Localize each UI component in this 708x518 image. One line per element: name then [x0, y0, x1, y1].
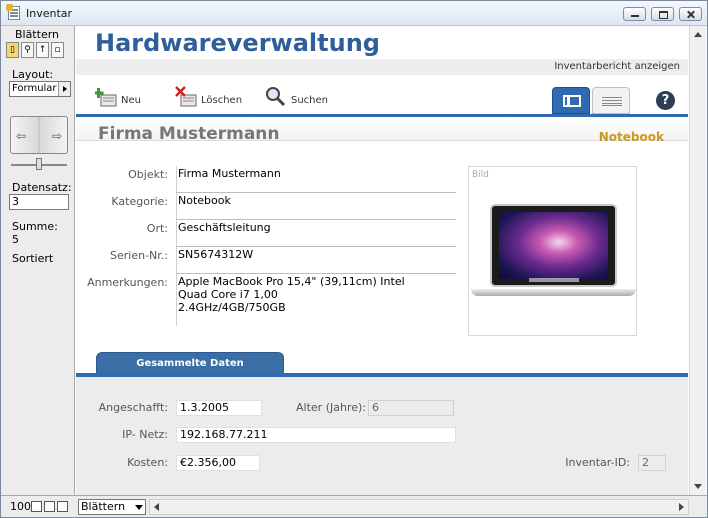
report-bar: Inventarbericht anzeigen — [76, 59, 688, 75]
layout-mode-icon[interactable]: ↑ — [36, 42, 49, 58]
scroll-right-icon[interactable] — [679, 503, 684, 511]
inventory-report-link[interactable]: Inventarbericht anzeigen — [554, 61, 680, 72]
laptop-base — [471, 289, 636, 296]
toggle-status-area-icon[interactable] — [57, 501, 68, 512]
age-label: Alter (Jahre): — [296, 401, 366, 414]
category-badge: Notebook — [598, 130, 664, 144]
scroll-up-icon[interactable] — [694, 32, 702, 37]
notes-line: Quad Core i7 1,00 — [178, 288, 278, 301]
object-field-underline — [176, 192, 456, 193]
app-window: Inventar Blättern ▯ ⚲ ↑ ▫ Layout: Formul… — [0, 0, 708, 518]
new-record-label: Neu — [121, 95, 141, 106]
help-icon[interactable]: ? — [656, 91, 675, 110]
record-slider-thumb[interactable] — [36, 158, 42, 170]
delete-record-label: Löschen — [201, 95, 243, 106]
laptop-image — [490, 204, 617, 287]
record-title: Firma Mustermann — [98, 124, 280, 144]
status-area: Blättern ▯ ⚲ ↑ ▫ Layout: Formular ⇦ ⇨ Da… — [1, 26, 75, 495]
location-label: Ort: — [146, 222, 168, 235]
object-field[interactable]: Firma Mustermann — [178, 167, 281, 180]
magnifier-icon — [266, 87, 286, 107]
delete-record-button[interactable]: Löschen — [175, 86, 249, 110]
window-title: Inventar — [26, 7, 73, 20]
minimize-button[interactable] — [623, 7, 646, 21]
total-label: Summe: — [12, 220, 58, 233]
horizontal-scrollbar[interactable] — [149, 499, 689, 515]
bottom-tool-icons — [31, 501, 70, 512]
serial-number-label: Serien-Nr.: — [110, 249, 168, 262]
laptop-display — [499, 212, 608, 282]
location-field[interactable]: Geschäftsleitung — [178, 221, 271, 234]
zoom-level[interactable]: 100 — [10, 500, 31, 513]
record-label: Datensatz: — [12, 181, 72, 194]
cost-field[interactable]: €2.356,00 — [176, 455, 260, 471]
object-label: Objekt: — [128, 168, 168, 181]
search-button[interactable]: Suchen — [265, 86, 335, 110]
inventory-id-field: 2 — [638, 455, 666, 471]
close-button[interactable] — [679, 7, 702, 21]
notes-line: Apple MacBook Pro 15,4" (39,11cm) Intel — [178, 275, 405, 288]
next-record-icon[interactable]: ⇨ — [52, 129, 62, 143]
tab-collected-data[interactable]: Gesammelte Daten — [96, 352, 284, 374]
chevron-right-icon — [58, 82, 70, 96]
purchased-label: Angeschafft: — [98, 401, 168, 414]
layout-select-value: Formular — [12, 83, 57, 94]
notes-label: Anmerkungen: — [87, 276, 168, 289]
category-field[interactable]: Notebook — [178, 194, 231, 207]
page-title: Hardwareverwaltung — [95, 29, 380, 57]
layout-select[interactable]: Formular — [9, 81, 71, 97]
search-label: Suchen — [291, 95, 329, 106]
laptop-dock — [529, 278, 579, 282]
record-number-input[interactable]: 3 — [9, 194, 69, 210]
form-view-button[interactable] — [552, 87, 590, 114]
vertical-scrollbar[interactable] — [689, 26, 706, 495]
cost-label: Kosten: — [127, 456, 168, 469]
list-view-button[interactable] — [592, 87, 630, 114]
ip-network-field[interactable]: 192.168.77.211 — [176, 427, 456, 443]
image-label: Bild — [472, 170, 489, 180]
age-field: 6 — [368, 400, 454, 416]
category-label: Kategorie: — [111, 195, 168, 208]
record-book-navigator[interactable]: ⇦ ⇨ — [10, 116, 68, 154]
record-slider[interactable] — [11, 158, 67, 170]
browse-mode-icon[interactable]: ▯ — [6, 42, 19, 58]
chevron-down-icon — [135, 505, 143, 510]
mode-popup[interactable]: Blättern — [78, 499, 146, 515]
mode-tool-icons: ▯ ⚲ ↑ ▫ — [6, 42, 66, 58]
preview-mode-icon[interactable]: ▫ — [51, 42, 64, 58]
product-image-container[interactable]: Bild — [468, 166, 637, 336]
layout-label: Layout: — [12, 68, 54, 81]
maximize-button[interactable] — [651, 7, 674, 21]
serial-number-field-underline — [176, 273, 456, 274]
previous-record-icon[interactable]: ⇦ — [16, 129, 26, 143]
bottom-status-bar: 100 Blättern — [1, 495, 707, 517]
list-view-icon — [602, 97, 622, 106]
find-mode-icon[interactable]: ⚲ — [21, 42, 34, 58]
scroll-down-icon[interactable] — [694, 484, 702, 489]
zoom-in-icon[interactable] — [44, 501, 55, 512]
notes-field[interactable]: Apple MacBook Pro 15,4" (39,11cm) Intel … — [178, 275, 453, 314]
notes-line: 2.4GHz/4GB/750GB — [178, 301, 286, 314]
title-bar: Inventar — [1, 1, 707, 26]
serial-number-field[interactable]: SN5674312W — [178, 248, 253, 261]
sort-status: Sortiert — [12, 252, 54, 265]
filemaker-app-icon — [6, 4, 20, 20]
purchased-date-field[interactable]: 1.3.2005 — [176, 400, 262, 416]
ip-network-label: IP- Netz: — [122, 428, 168, 441]
category-field-underline — [176, 219, 456, 220]
location-field-underline — [176, 246, 456, 247]
form-view-icon — [563, 95, 581, 107]
collected-data-panel: Angeschafft: 1.3.2005 Alter (Jahre): 6 I… — [76, 377, 688, 495]
scroll-left-icon[interactable] — [154, 503, 159, 511]
form-layout: Hardwareverwaltung Inventarbericht anzei… — [76, 26, 688, 495]
inventory-id-label: Inventar-ID: — [565, 456, 630, 469]
delete-record-icon — [175, 86, 197, 107]
new-record-icon — [95, 88, 117, 107]
new-record-button[interactable]: Neu — [95, 86, 145, 110]
total-value: 5 — [12, 233, 19, 246]
mode-popup-value: Blättern — [81, 500, 126, 513]
mode-label: Blättern — [14, 28, 60, 41]
zoom-out-icon[interactable] — [31, 501, 42, 512]
